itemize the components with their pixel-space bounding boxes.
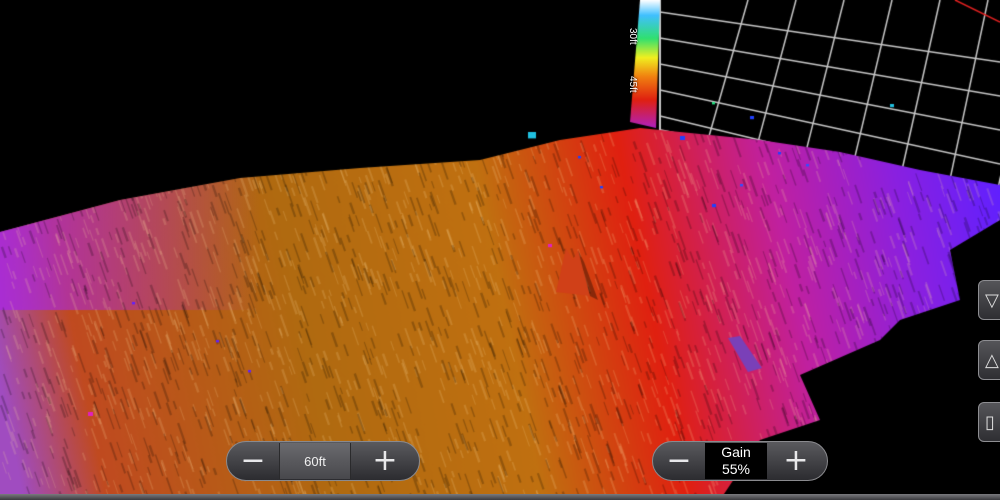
depth-color-scale: 30ft 45ft [627,0,660,128]
gain-decrease-button[interactable]: − [653,443,705,479]
gain-label: Gain [721,444,751,460]
gain-value: 55% [721,461,751,477]
panel-button[interactable]: ▯ [978,402,1000,442]
zoom-out-button[interactable]: − [227,443,279,479]
gain-control: − Gain 55% + [652,441,828,481]
view-up-button[interactable]: △ [978,340,1000,380]
depth-tick-45: 45ft [627,76,638,93]
bottom-terrain-render[interactable] [0,0,1000,500]
depth-tick-30: 30ft [627,28,638,45]
zoom-control: − 60ft + [226,441,420,481]
panel-icon: ▯ [985,411,995,433]
view-down-icon: ▽ [985,289,999,311]
gain-increase-button[interactable]: + [767,443,825,479]
view-down-button[interactable]: ▽ [978,280,1000,320]
gain-readout: Gain 55% [705,443,767,479]
sonar-3d-view: 30ft 45ft − 60ft + − Gain 55% + ▽ △ ▯ [0,0,1000,500]
zoom-in-button[interactable]: + [351,443,419,479]
zoom-range-value: 60ft [279,443,351,479]
bottom-bar [0,494,1000,500]
view-up-icon: △ [985,349,999,371]
